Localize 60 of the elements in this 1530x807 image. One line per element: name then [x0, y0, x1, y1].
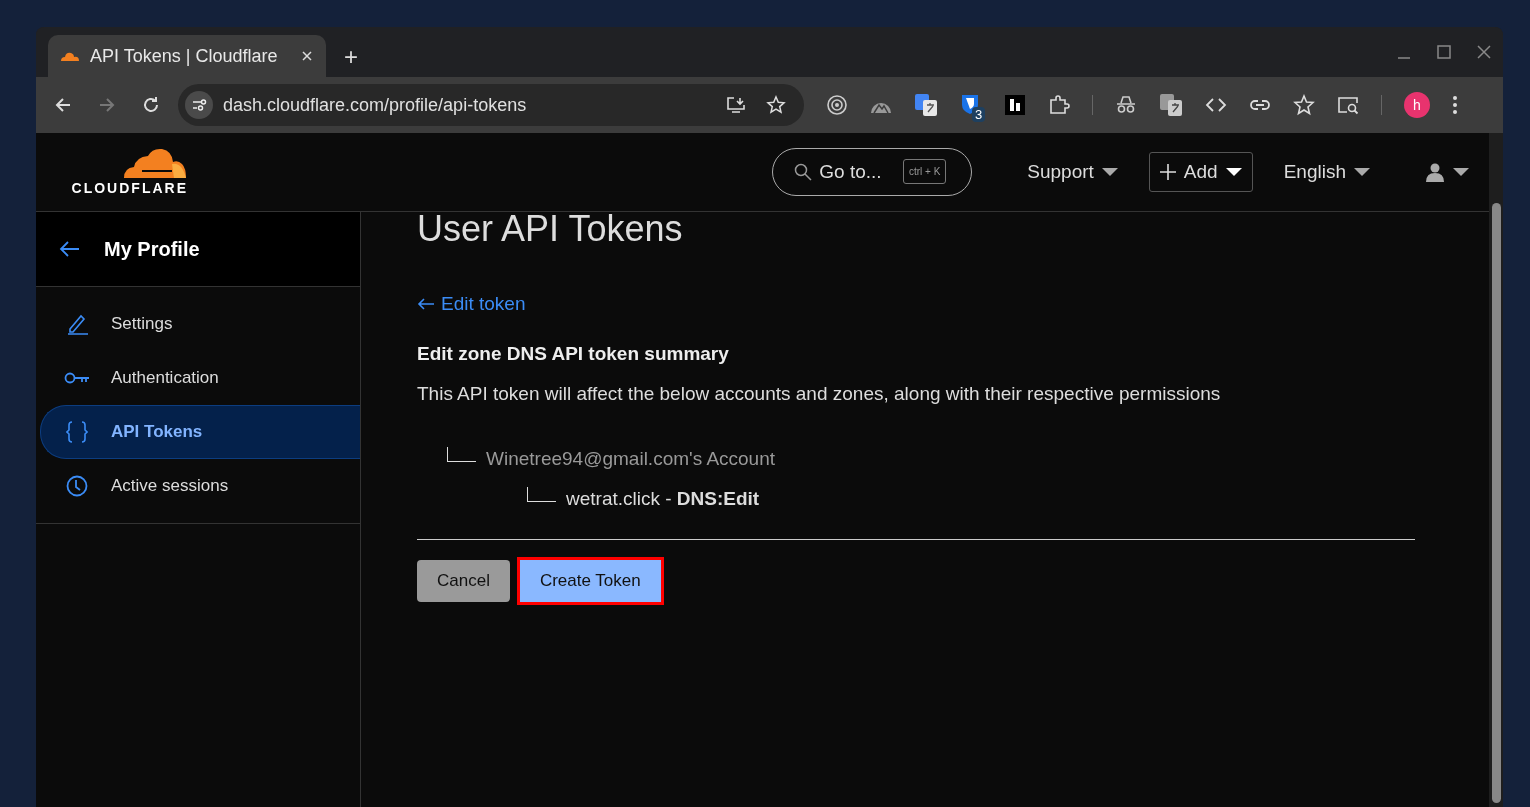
profile-avatar[interactable]: h: [1404, 92, 1430, 118]
browser-tab[interactable]: API Tokens | Cloudflare: [48, 35, 326, 77]
keyboard-shortcut: ctrl + K: [902, 159, 947, 184]
key-icon: [64, 371, 90, 385]
tree-connector: [527, 486, 556, 502]
sidebar-item[interactable]: Active sessions: [40, 459, 360, 513]
address-bar[interactable]: dash.cloudflare.com/profile/api-tokens: [178, 84, 804, 126]
back-link[interactable]: Edit token: [417, 293, 526, 315]
page-title: User API Tokens: [417, 209, 684, 249]
description-text: This API token will affect the below accounts and zones, along with their respective permissions: [417, 383, 1222, 405]
section-title: My Profile: [104, 237, 200, 261]
puzzle-icon[interactable]: [1048, 94, 1070, 116]
incognito-icon[interactable]: [1115, 94, 1137, 116]
translate-icon[interactable]: [1159, 93, 1183, 117]
cloud-icon: [122, 148, 188, 178]
search-icon: [794, 163, 813, 181]
sidebar-item[interactable]: Authentication: [40, 351, 360, 405]
tree-connector: [447, 446, 476, 462]
pencil-icon: [66, 313, 88, 335]
back-arrow-icon: [417, 297, 435, 311]
add-menu-button[interactable]: Add: [1148, 152, 1253, 192]
create-button[interactable]: Create Token: [519, 560, 661, 602]
scrollbar[interactable]: [1489, 133, 1503, 807]
book-icon[interactable]: [1004, 94, 1026, 116]
caret-icon: [1354, 167, 1370, 177]
sidebar-item[interactable]: Settings: [40, 297, 360, 351]
close-icon[interactable]: [1477, 45, 1491, 59]
caret-icon: [1101, 167, 1118, 177]
cloud-icon: [60, 51, 80, 61]
logo-wordmark[interactable]: CLOUDFLARE: [71, 180, 188, 196]
plus-icon: [1159, 164, 1176, 180]
page-search-icon[interactable]: [1337, 94, 1359, 116]
back-arrow-icon[interactable]: [54, 96, 72, 114]
dropdown-menu[interactable]: Support: [1016, 152, 1129, 192]
translate-icon[interactable]: [914, 93, 938, 117]
reload-icon[interactable]: [142, 96, 160, 114]
caret-icon: [1225, 167, 1242, 177]
clock-icon: [66, 475, 88, 497]
target-icon[interactable]: [826, 94, 848, 116]
tab-title: API Tokens | Cloudflare: [90, 45, 279, 67]
summary-title: Edit zone DNS API token summary: [417, 343, 730, 365]
back-arrow-icon[interactable]: [58, 240, 80, 258]
braces-icon: [66, 420, 88, 444]
sidebar-item[interactable]: API Tokens: [40, 405, 360, 459]
badge: 3: [972, 107, 986, 122]
cancel-button[interactable]: Cancel: [417, 560, 510, 602]
install-app-icon[interactable]: [726, 96, 746, 114]
maximize-icon[interactable]: [1437, 45, 1451, 59]
star-icon[interactable]: [1293, 94, 1315, 116]
tree-item-text: Winetree94@gmail.com's Account: [486, 448, 776, 470]
forward-arrow-icon[interactable]: [98, 96, 116, 114]
star-icon[interactable]: [766, 95, 786, 115]
caret-icon[interactable]: [1453, 167, 1469, 177]
dropdown-menu[interactable]: English: [1272, 152, 1381, 192]
url-text: dash.cloudflare.com/profile/api-tokens: [223, 94, 528, 116]
tree-item-text: wetrat.click - DNS:Edit: [566, 488, 760, 510]
menu-icon[interactable]: [1452, 95, 1458, 115]
site-settings-icon[interactable]: [185, 91, 213, 119]
new-tab-button[interactable]: +: [338, 43, 364, 71]
user-icon[interactable]: [1425, 162, 1445, 182]
